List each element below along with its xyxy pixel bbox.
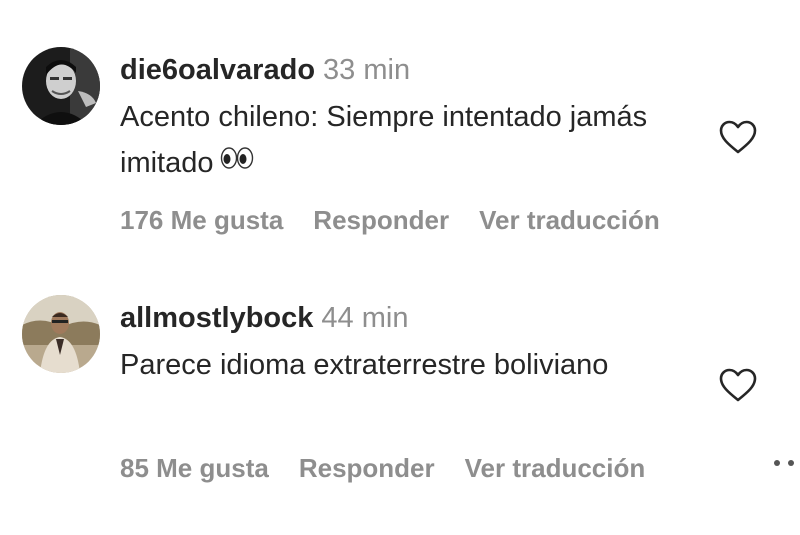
- comment-actions: 85 Me gusta Responder Ver traducción: [120, 448, 675, 488]
- avatar[interactable]: [22, 295, 100, 373]
- comment-text-block: Acento chileno: Siempre intentado jamás …: [120, 94, 700, 187]
- translate-button[interactable]: Ver traducción: [479, 205, 660, 235]
- comment-text: Parece idioma extraterrestre boliviano: [120, 349, 609, 381]
- profile-photo-icon: [22, 47, 100, 125]
- more-options-icon[interactable]: [774, 460, 800, 466]
- likes-count-link[interactable]: 176 Me gusta: [120, 205, 283, 235]
- avatar[interactable]: [22, 47, 100, 125]
- reply-button[interactable]: Responder: [313, 205, 449, 235]
- comment-text: Acento chileno: Siempre intentado jamás …: [120, 101, 648, 179]
- heart-icon[interactable]: [718, 118, 758, 158]
- profile-photo-icon: [22, 295, 100, 373]
- comment-username[interactable]: allmostlybock: [120, 302, 313, 334]
- comment-time: 44 min: [321, 302, 409, 334]
- comments-page: die6oalvarado 33 min Acento chileno: Siem…: [0, 0, 800, 535]
- comment-header: allmostlybock 44 min: [120, 298, 408, 338]
- reply-button[interactable]: Responder: [299, 453, 435, 483]
- heart-icon[interactable]: [718, 366, 758, 406]
- translate-button[interactable]: Ver traducción: [465, 453, 646, 483]
- comment-username[interactable]: die6oalvarado: [120, 54, 315, 86]
- eyes-emoji-icon: [220, 139, 254, 185]
- comment-header: die6oalvarado 33 min: [120, 50, 410, 90]
- comment-text-block: Parece idioma extraterrestre boliviano: [120, 342, 700, 388]
- comment-actions: 176 Me gusta Responder Ver traducción: [120, 200, 690, 240]
- comment-time: 33 min: [323, 54, 411, 86]
- likes-count-link[interactable]: 85 Me gusta: [120, 453, 269, 483]
